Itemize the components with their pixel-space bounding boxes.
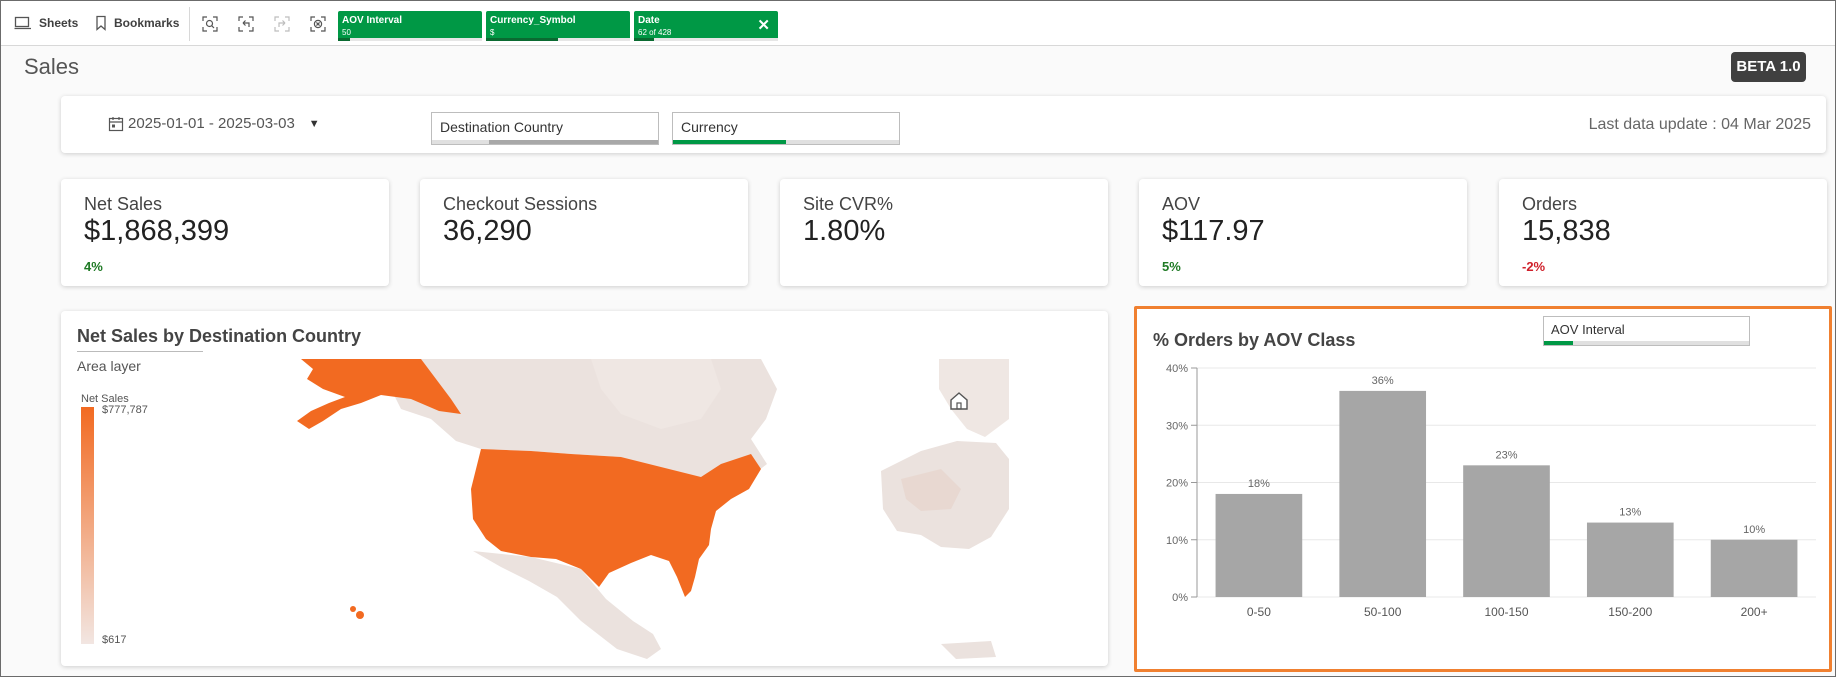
bar[interactable] — [1463, 465, 1550, 597]
close-icon[interactable]: ✕ — [757, 16, 770, 34]
bar-value-label: 18% — [1248, 478, 1270, 490]
kpi-value: 1.80% — [803, 215, 886, 247]
kpi-card-net-sales: Net Sales $1,868,399 4% — [61, 179, 389, 286]
bookmarks-label: Bookmarks — [114, 16, 180, 30]
sheets-label: Sheets — [39, 16, 79, 30]
kpi-card-site-cvr: Site CVR% 1.80% — [780, 179, 1108, 286]
filter-fill — [488, 140, 658, 144]
chip-progress-fill — [486, 38, 558, 41]
kpi-value: $1,868,399 — [84, 215, 230, 247]
y-tick-label: 30% — [1166, 420, 1188, 432]
bar-value-label: 10% — [1743, 524, 1765, 536]
selection-chip-currency-symbol[interactable]: Currency_Symbol $ — [486, 11, 630, 41]
date-range-value: 2025-01-01 - 2025-03-03 — [128, 115, 295, 132]
beta-badge: BETA 1.0 — [1731, 52, 1806, 82]
kpi-label: Checkout Sessions — [443, 194, 598, 214]
chip-progress-fill — [338, 38, 350, 41]
x-tick-label: 150-200 — [1608, 605, 1652, 619]
chip-progress — [486, 38, 630, 41]
x-tick-label: 50-100 — [1364, 605, 1402, 619]
x-tick-label: 200+ — [1741, 605, 1768, 619]
x-tick-label: 0-50 — [1247, 605, 1271, 619]
currency-filter[interactable]: Currency — [672, 112, 900, 145]
map-region-hawaii[interactable] — [356, 611, 364, 619]
chip-value: 50 — [342, 28, 351, 37]
chip-value: $ — [490, 28, 495, 37]
kpi-label: Site CVR% — [803, 194, 894, 214]
chip-progress — [338, 38, 482, 41]
kpi-value: 15,838 — [1522, 215, 1611, 247]
map-panel-title: Net Sales by Destination Country — [77, 326, 362, 346]
sheets-button[interactable]: Sheets — [14, 11, 78, 35]
selection-chip-date[interactable]: Date 62 of 428 ✕ — [634, 11, 778, 41]
filter-bar: 2025-01-01 - 2025-03-03 ▼ Destination Co… — [61, 96, 1826, 153]
calendar-icon — [108, 116, 124, 131]
chip-field: AOV Interval — [342, 15, 403, 26]
kpi-label: Net Sales — [84, 194, 163, 214]
smart-search-icon[interactable] — [202, 16, 218, 32]
bar[interactable] — [1339, 390, 1427, 597]
kpi-label: Orders — [1522, 194, 1578, 214]
map-region-mexico[interactable] — [473, 551, 661, 659]
currency-label: Currency — [681, 119, 738, 135]
kpi-delta: 5% — [1162, 259, 1181, 274]
step-forward-icon[interactable] — [274, 16, 290, 32]
legend-min-value: $617 — [102, 634, 127, 646]
page-title: Sales — [24, 54, 80, 79]
y-tick-label: 20% — [1166, 478, 1188, 490]
toolbar-separator — [189, 7, 190, 41]
kpi-delta: 4% — [84, 259, 103, 274]
chevron-down-icon: ▼ — [308, 117, 320, 130]
map-region-hawaii[interactable] — [350, 606, 356, 612]
date-range-picker[interactable]: 2025-01-01 - 2025-03-03 ▼ — [108, 115, 320, 132]
kpi-card-orders: Orders 15,838 -2% — [1499, 179, 1827, 286]
destination-country-filter[interactable]: Destination Country — [431, 112, 659, 145]
bookmarks-button[interactable]: Bookmarks — [95, 11, 179, 35]
y-tick-label: 10% — [1166, 535, 1188, 547]
bookmark-icon — [96, 15, 106, 31]
chip-progress-fill — [634, 38, 655, 41]
chip-value: 62 of 428 — [638, 28, 672, 37]
bar-value-label: 36% — [1372, 375, 1394, 387]
chip-field: Currency_Symbol — [490, 15, 576, 26]
legend-layer-label: Area layer — [77, 351, 203, 374]
bar[interactable] — [1215, 493, 1303, 597]
kpi-card-aov: AOV $117.97 5% — [1139, 179, 1467, 286]
x-tick-label: 100-150 — [1484, 605, 1528, 619]
map-region-south-america[interactable] — [941, 641, 996, 659]
kpi-value: 36,290 — [443, 215, 532, 247]
top-toolbar: Sheets Bookmarks AOV Interval 50 Currenc… — [1, 1, 1835, 46]
kpi-value: $117.97 — [1162, 215, 1265, 247]
selection-chip-aov-interval[interactable]: AOV Interval 50 — [338, 11, 482, 41]
chip-field: Date — [638, 15, 660, 26]
kpi-delta: -2% — [1522, 259, 1546, 274]
legend-color-scale — [81, 407, 94, 644]
aov-class-panel: % Orders by AOV Class AOV Interval 0% 10%… — [1134, 306, 1832, 672]
clear-selections-icon[interactable] — [310, 16, 326, 32]
sheets-icon — [14, 16, 31, 30]
bar-value-label: 23% — [1495, 449, 1517, 461]
y-tick-label: 40% — [1166, 363, 1188, 375]
step-back-icon[interactable] — [238, 16, 254, 32]
last-data-update: Last data update : 04 Mar 2025 — [1588, 116, 1811, 133]
home-icon[interactable] — [948, 390, 970, 412]
map-panel: Net Sales by Destination Country Area la… — [61, 311, 1108, 666]
map-region-usa[interactable] — [471, 449, 761, 597]
bar-value-label: 13% — [1619, 507, 1641, 519]
filter-fill — [673, 140, 786, 144]
kpi-label: AOV — [1162, 194, 1201, 214]
kpi-card-checkout-sessions: Checkout Sessions 36,290 — [420, 179, 748, 286]
bar[interactable] — [1586, 522, 1674, 597]
bar[interactable] — [1710, 539, 1798, 597]
destination-country-label: Destination Country — [440, 119, 563, 135]
y-tick-label: 0% — [1172, 592, 1188, 604]
bar-chart: 0% 10% 20% 30% 40% 18% 0-50 36% 50-100 23% 100-150… — [1166, 363, 1816, 619]
chip-progress — [634, 38, 778, 41]
legend-max-value: $777,787 — [102, 404, 148, 416]
